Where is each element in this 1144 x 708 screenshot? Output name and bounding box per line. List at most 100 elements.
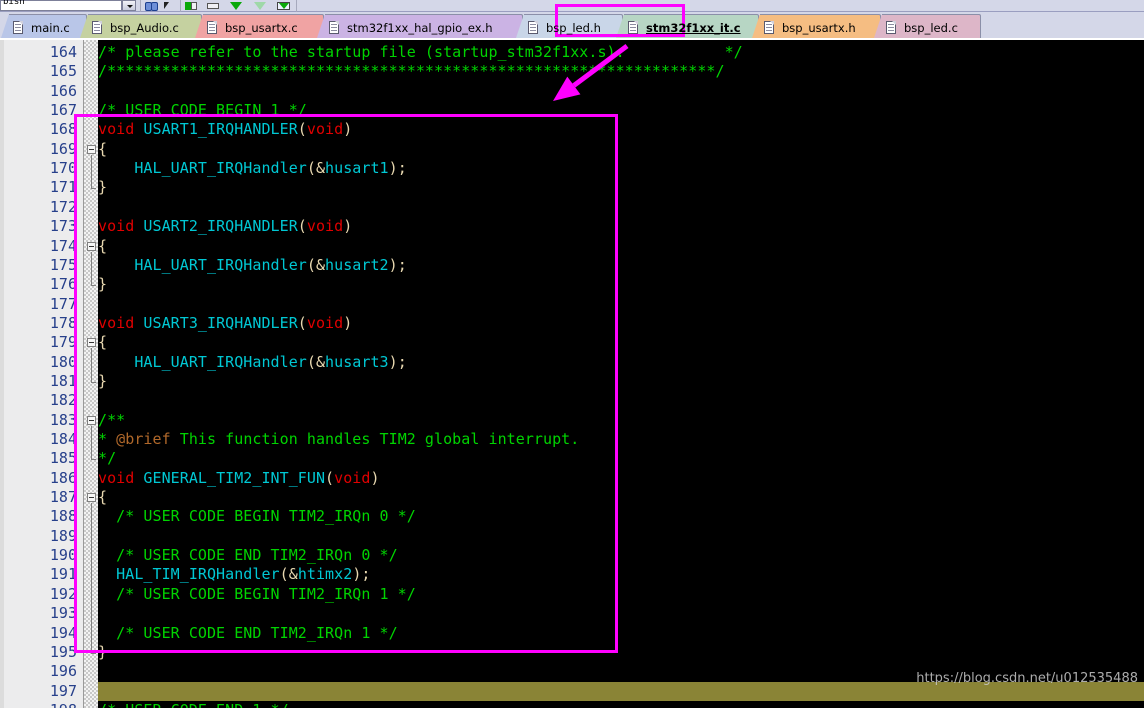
- code-token: {: [98, 139, 108, 158]
- code-folding-margin[interactable]: [84, 40, 98, 708]
- fold-range-line: [91, 503, 92, 653]
- code-token: }: [98, 178, 108, 197]
- code-token: HAL_UART_IRQHandler: [134, 352, 307, 371]
- editor-tab-label: stm32f1xx_hal_gpio_ex.h: [347, 20, 493, 35]
- code-line[interactable]: /**: [98, 411, 125, 430]
- code-token: husart3: [325, 352, 389, 371]
- code-line[interactable]: {: [98, 237, 107, 256]
- watermark-text: https://blog.csdn.net/u012535488: [916, 671, 1138, 686]
- code-line[interactable]: void GENERAL_TIM2_INT_FUN(void): [98, 469, 380, 488]
- insert-icon[interactable]: [276, 0, 292, 12]
- code-line[interactable]: /* USER CODE END 1 */: [98, 701, 289, 708]
- document-icon: [92, 21, 102, 34]
- code-line[interactable]: HAL_UART_IRQHandler(&husart2);: [98, 256, 407, 275]
- line-number: 180: [49, 352, 77, 371]
- bookmark-icon[interactable]: [184, 0, 200, 12]
- code-token: {: [98, 236, 108, 255]
- fold-collapse-icon[interactable]: [87, 493, 96, 503]
- code-line[interactable]: /***************************************…: [98, 62, 725, 81]
- code-line[interactable]: }: [98, 372, 107, 391]
- line-number: 169: [49, 139, 77, 158]
- fold-collapse-icon[interactable]: [87, 338, 96, 348]
- editor-tab-bsp-led-c[interactable]: bsp_led.c: [873, 14, 981, 41]
- editor-tab-bsp-usartx-c[interactable]: bsp_usartx.c: [194, 14, 324, 41]
- line-number: 173: [49, 217, 77, 236]
- down-arrow-icon[interactable]: [228, 0, 244, 12]
- editor-tab-bsp-usartx-h[interactable]: bsp_usartx.h: [751, 14, 881, 41]
- code-line[interactable]: HAL_UART_IRQHandler(&husart3);: [98, 353, 407, 372]
- line-number: 186: [49, 468, 77, 487]
- line-number: 188: [49, 507, 77, 526]
- code-line[interactable]: }: [98, 178, 107, 197]
- code-line[interactable]: /* USER CODE BEGIN TIM2_IRQn 0 */: [98, 507, 416, 526]
- fold-collapse-icon[interactable]: [87, 144, 96, 154]
- editor-tab-stm32f1xx-it-c[interactable]: stm32f1xx_it.c: [615, 14, 759, 41]
- code-token: {: [98, 333, 108, 352]
- code-token: /**: [98, 410, 126, 429]
- fold-collapse-icon[interactable]: [87, 415, 96, 425]
- line-number: 184: [49, 430, 77, 448]
- code-token: @brief: [116, 430, 171, 448]
- code-line[interactable]: }: [98, 643, 107, 662]
- editor-tab-main-c[interactable]: main.c: [0, 14, 87, 41]
- line-number: 192: [49, 584, 77, 603]
- up-arrow-icon[interactable]: [252, 0, 268, 12]
- code-token: }: [98, 371, 108, 390]
- fold-range-line: [91, 348, 92, 382]
- editor-tab-stm32f1xx-hal-gpio-ex-h[interactable]: stm32f1xx_hal_gpio_ex.h: [316, 14, 523, 41]
- code-token: /* USER CODE END TIM2_IRQn 0 */: [116, 546, 398, 565]
- find-combo-dropdown-arrow[interactable]: [122, 0, 136, 11]
- code-line[interactable]: {: [98, 333, 107, 352]
- code-token: void: [98, 120, 135, 139]
- code-line[interactable]: HAL_UART_IRQHandler(&husart1);: [98, 159, 407, 178]
- document-icon: [13, 21, 23, 34]
- fold-collapse-icon[interactable]: [87, 241, 96, 251]
- editor-tab-bsp-led-h[interactable]: bsp_led.h: [515, 14, 623, 41]
- code-line[interactable]: void USART1_IRQHANDLER(void): [98, 120, 352, 139]
- bookmark-clear-icon[interactable]: [206, 0, 222, 12]
- code-line[interactable]: * @brief This function handles TIM2 glob…: [98, 430, 579, 449]
- code-line[interactable]: /* USER CODE BEGIN 1 */: [98, 101, 307, 120]
- arrow-pointer-icon[interactable]: [161, 0, 177, 12]
- code-line[interactable]: */: [98, 449, 116, 468]
- toolbar-separator: [296, 0, 297, 12]
- find-combo-box[interactable]: bish: [0, 0, 122, 11]
- code-line[interactable]: /* please refer to the startup file (sta…: [98, 43, 743, 62]
- document-icon: [628, 21, 638, 34]
- code-token: *: [98, 430, 117, 448]
- code-token: /* USER CODE BEGIN 1 */: [98, 101, 307, 120]
- fold-range-end-marker: [91, 652, 96, 654]
- code-line[interactable]: }: [98, 275, 107, 294]
- line-number: 193: [49, 604, 77, 623]
- line-number: 168: [49, 120, 77, 139]
- toolbar: bish: [0, 0, 1144, 12]
- binoculars-icon[interactable]: [144, 0, 160, 12]
- line-number: 170: [49, 159, 77, 178]
- editor-tab-label: bsp_usartx.c: [225, 20, 298, 35]
- code-line[interactable]: /* USER CODE BEGIN TIM2_IRQn 1 */: [98, 585, 416, 604]
- code-line[interactable]: void USART2_IRQHANDLER(void): [98, 217, 352, 236]
- code-line[interactable]: void USART3_IRQHANDLER(void): [98, 314, 352, 333]
- code-line[interactable]: /* USER CODE END TIM2_IRQn 1 */: [98, 624, 398, 643]
- editor-tab-label: main.c: [31, 20, 70, 35]
- code-token: void: [306, 217, 344, 236]
- code-token: );: [388, 159, 407, 178]
- code-line[interactable]: /* USER CODE END TIM2_IRQn 0 */: [98, 546, 398, 565]
- editor-tab-label: bsp_Audio.c: [110, 20, 179, 35]
- code-token: void: [98, 217, 135, 236]
- code-editor[interactable]: 164 165 166 167 168 169 170 171 172 173 174 175 176 1…: [0, 40, 1144, 708]
- code-token: (: [297, 120, 307, 139]
- code-token: ): [343, 313, 353, 332]
- code-token: husart1: [325, 159, 389, 178]
- fold-range-line: [91, 251, 92, 286]
- code-line[interactable]: {: [98, 140, 107, 159]
- editor-tab-bsp-audio-c[interactable]: bsp_Audio.c: [79, 14, 202, 41]
- code-text-area[interactable]: /* please refer to the startup file (sta…: [98, 40, 1144, 708]
- code-line[interactable]: {: [98, 488, 107, 507]
- code-line[interactable]: HAL_TIM_IRQHandler(&htimx2);: [98, 565, 370, 584]
- line-number: 185: [49, 449, 77, 468]
- code-token: );: [388, 255, 407, 274]
- code-token: USART2_IRQHANDLER: [143, 217, 298, 236]
- code-token: /***************************************…: [98, 62, 725, 81]
